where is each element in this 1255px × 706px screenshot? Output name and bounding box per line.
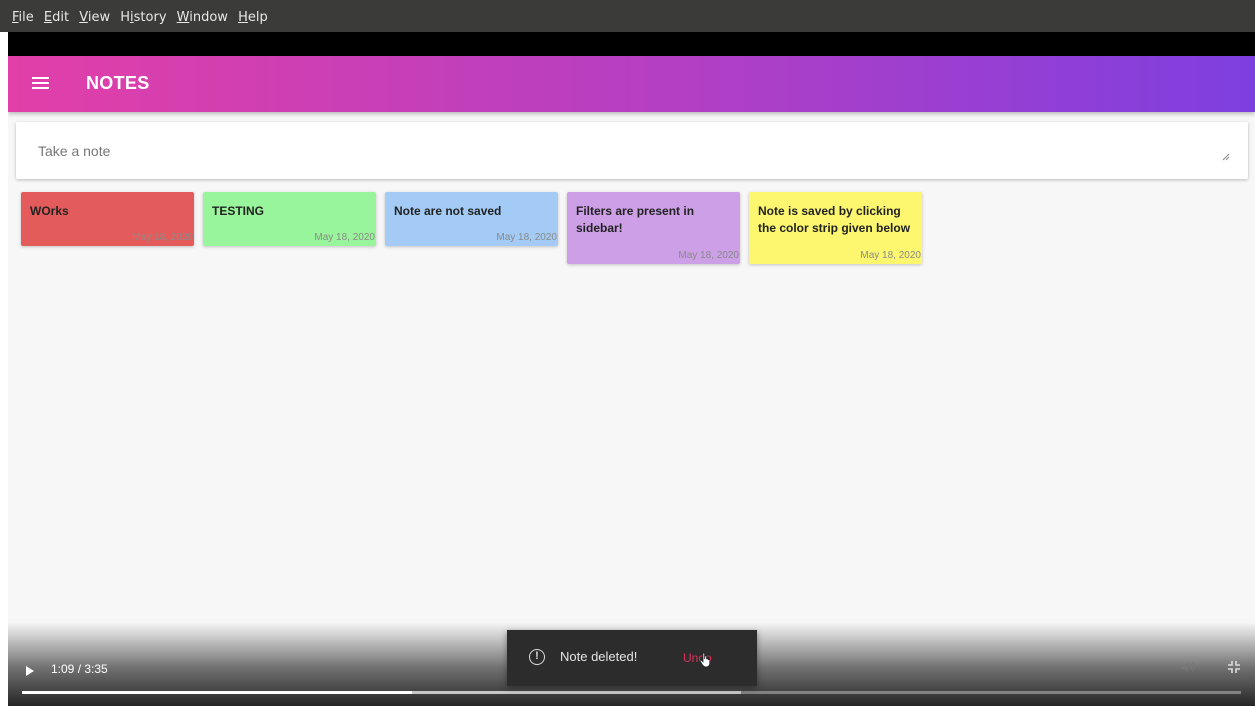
note-date: May 18, 2020 (678, 250, 739, 261)
note-card[interactable]: TESTING May 18, 2020 (203, 192, 376, 246)
time-display: 1:09 / 3:35 (51, 662, 108, 676)
note-text: TESTING (212, 204, 265, 218)
note-date: May 18, 2020 (496, 232, 557, 243)
note-date: May 18, 2020 (860, 250, 921, 261)
fullscreen-exit-icon[interactable] (1227, 660, 1241, 674)
note-text: WOrks (30, 204, 69, 218)
take-note-input[interactable] (16, 122, 1248, 179)
progress-bar[interactable] (22, 691, 1241, 694)
progress-played (22, 691, 413, 694)
snackbar-message: Note deleted! (560, 649, 638, 664)
note-card[interactable]: Note are not saved May 18, 2020 (385, 192, 558, 246)
notes-app: NOTES WOrks May 18, 2020 TESTING May 18,… (8, 56, 1255, 706)
menu-edit[interactable]: Edit (44, 10, 69, 25)
note-card[interactable]: Filters are present in sidebar! May 18, … (567, 192, 740, 264)
menu-view[interactable]: View (79, 10, 110, 25)
note-text: Note is saved by clicking the color stri… (758, 204, 911, 235)
note-text: Filters are present in sidebar! (576, 204, 695, 235)
play-icon[interactable] (26, 666, 34, 676)
menu-icon[interactable] (32, 77, 49, 90)
app-bar: NOTES (8, 56, 1255, 112)
app-title: NOTES (86, 73, 150, 93)
note-text: Note are not saved (394, 204, 502, 218)
menu-help[interactable]: Help (238, 10, 268, 25)
note-date: May 18, 2020 (132, 232, 193, 243)
note-card[interactable]: WOrks May 18, 2020 (21, 192, 194, 246)
note-date: May 18, 2020 (314, 232, 375, 243)
alert-circle-icon: ! (529, 649, 545, 665)
snackbar: ! Note deleted! Undo (507, 630, 757, 686)
resize-handle-icon[interactable] (1222, 153, 1230, 161)
menu-window[interactable]: Window (177, 10, 228, 25)
take-note-card (16, 122, 1248, 179)
letterbox (8, 32, 1255, 56)
menu-history[interactable]: History (120, 10, 166, 25)
menu-bar: File Edit View History Window Help (0, 0, 1255, 32)
volume-icon[interactable] (1180, 660, 1196, 674)
note-card[interactable]: Note is saved by clicking the color stri… (749, 192, 922, 264)
video-player[interactable]: NOTES WOrks May 18, 2020 TESTING May 18,… (8, 32, 1255, 706)
menu-file[interactable]: File (12, 10, 34, 25)
hand-cursor-icon (699, 652, 711, 668)
